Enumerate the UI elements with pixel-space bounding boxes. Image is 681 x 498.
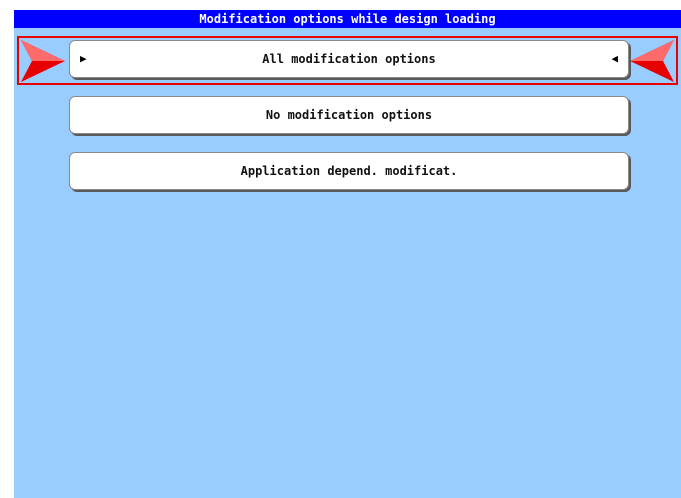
option-label: All modification options (262, 52, 436, 66)
option-all-modification[interactable]: ▶ All modification options ◀ (69, 40, 629, 78)
selection-pointer-left-icon (21, 40, 65, 82)
option-application-dependent[interactable]: Application depend. modificat. (69, 152, 629, 190)
screen-title: Modification options while design loadin… (14, 10, 681, 28)
play-right-icon: ▶ (80, 52, 87, 65)
option-no-modification[interactable]: No modification options (69, 96, 629, 134)
play-left-icon: ◀ (611, 52, 618, 65)
selection-pointer-right-icon (630, 40, 674, 82)
hmi-screen: Modification options while design loadin… (14, 10, 681, 498)
option-label: Application depend. modificat. (240, 164, 458, 178)
option-label: No modification options (265, 108, 433, 122)
